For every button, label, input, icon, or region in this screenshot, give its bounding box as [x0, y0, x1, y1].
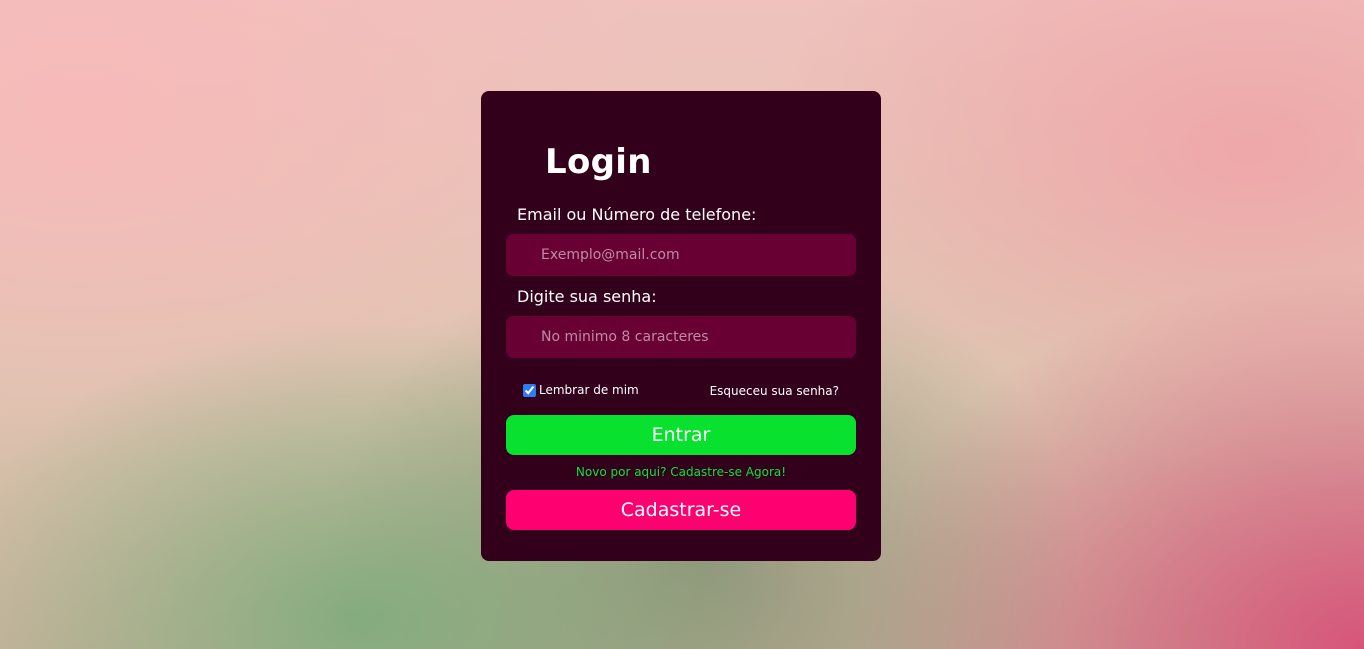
forgot-password-link[interactable]: Esqueceu sua senha? — [710, 384, 839, 398]
email-field[interactable] — [506, 234, 856, 276]
remember-me-label: Lembrar de mim — [539, 383, 639, 397]
login-title: Login — [545, 142, 652, 182]
password-field[interactable] — [506, 316, 856, 358]
login-card: Login Email ou Número de telefone: Digit… — [481, 91, 881, 561]
enter-button[interactable]: Entrar — [506, 415, 856, 455]
signup-link[interactable]: Novo por aqui? Cadastre-se Agora! — [481, 465, 881, 479]
password-label: Digite sua senha: — [517, 287, 657, 306]
remember-me-checkbox[interactable] — [523, 383, 536, 397]
remember-me[interactable]: Lembrar de mim — [523, 383, 639, 397]
email-label: Email ou Número de telefone: — [517, 205, 757, 224]
register-button[interactable]: Cadastrar-se — [506, 490, 856, 530]
